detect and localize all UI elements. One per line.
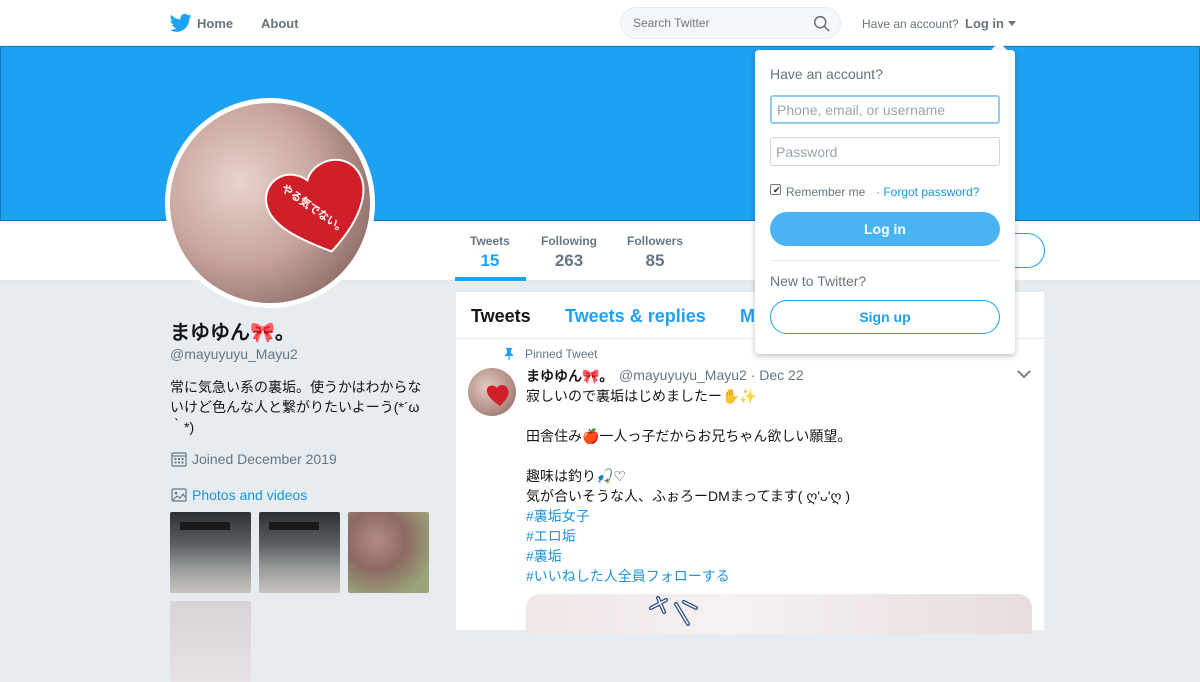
media-thumbnail[interactable] <box>259 512 340 593</box>
tab-tweets[interactable]: Tweets <box>471 306 531 327</box>
signup-button[interactable]: Sign up <box>770 300 1000 334</box>
media-thumbnail[interactable] <box>348 512 429 593</box>
checkmark-icon: ✔ <box>773 185 781 195</box>
media-preview <box>649 596 698 626</box>
stat-following[interactable]: Following 263 <box>541 234 597 271</box>
login-dropdown: Have an account? ✔ Remember me · Forgot … <box>755 50 1015 354</box>
profile-avatar[interactable]: やる気でない。 <box>165 98 375 308</box>
about-link[interactable]: About <box>261 16 299 31</box>
tweet-avatar[interactable] <box>468 368 516 416</box>
remember-me-checkbox[interactable]: ✔ <box>770 184 781 195</box>
joined-date: Joined December 2019 <box>192 451 337 467</box>
twitter-bird-icon[interactable] <box>170 13 192 33</box>
forgot-password-link[interactable]: · Forgot password? <box>876 185 979 199</box>
tweet-meta[interactable]: @mayuyuyu_Mayu2 · Dec 22 <box>619 367 804 383</box>
dropdown-title: Have an account? <box>770 66 883 82</box>
search-input[interactable] <box>633 16 803 30</box>
have-account-text: Have an account? <box>862 17 959 31</box>
stat-value: 15 <box>480 251 500 270</box>
home-link[interactable]: Home <box>197 16 233 31</box>
stat-label: Followers <box>627 234 684 248</box>
new-to-twitter-text: New to Twitter? <box>770 273 867 289</box>
media-thumbnail[interactable] <box>170 601 251 682</box>
chevron-down-icon[interactable] <box>1017 369 1031 379</box>
heart-sticker-icon: やる気でない。 <box>265 158 365 253</box>
hashtag-link[interactable]: #エロ垢 <box>526 526 576 546</box>
heart-sticker-icon <box>486 385 509 406</box>
profile-name: まゆゆん🎀。 <box>170 322 295 344</box>
username-field[interactable] <box>770 95 1000 124</box>
hashtag-link[interactable]: #裏垢 <box>526 546 562 566</box>
tab-media[interactable]: M <box>740 306 755 327</box>
stat-value: 85 <box>645 251 665 270</box>
pin-icon <box>505 348 513 360</box>
tweet-text-line: 趣味は釣り🎣♡ <box>526 468 626 484</box>
tweet-text-line: 寂しいので裏垢はじめましたー✋✨ <box>526 388 757 404</box>
divider <box>770 260 1000 261</box>
password-field[interactable] <box>770 137 1000 166</box>
media-thumbnail[interactable] <box>170 512 251 593</box>
top-navigation-bar: Home About Have an account? Log in <box>0 0 1200 46</box>
hashtag-link[interactable]: #裏垢女子 <box>526 506 590 526</box>
search-icon[interactable] <box>813 15 830 32</box>
tweet-author-name[interactable]: まゆゆん🎀。 <box>526 366 613 386</box>
photo-icon <box>171 488 187 502</box>
stat-label: Following <box>541 234 597 248</box>
stat-value: 263 <box>554 251 584 270</box>
remember-me-label[interactable]: Remember me <box>786 185 865 199</box>
tab-tweets-and-replies[interactable]: Tweets & replies <box>565 306 706 327</box>
stat-label: Tweets <box>470 234 510 248</box>
login-menu-toggle[interactable]: Log in <box>965 16 1004 31</box>
stat-tweets[interactable]: Tweets 15 <box>470 234 510 271</box>
hashtag-link[interactable]: #いいねした人全員フォローする <box>526 566 730 586</box>
avatar-photo: やる気でない。 <box>170 103 370 303</box>
tweet-media-image[interactable] <box>526 594 1032 634</box>
photos-and-videos-link[interactable]: Photos and videos <box>192 487 307 503</box>
thumbnail-sign <box>269 522 319 530</box>
active-tab-underline <box>455 277 526 281</box>
profile-bio: 常に気急い系の裏垢。使うかはわからないけど色んな人と繋がりたいよーう(*´ω｀*… <box>170 379 422 435</box>
tweet-text-line: 気が合いそうな人、ふぉろーDMまってます( ღ'ᴗ'ღ ) <box>526 488 851 504</box>
profile-handle[interactable]: @mayuyuyu_Mayu2 <box>170 346 298 362</box>
calendar-icon <box>171 452 187 467</box>
stat-followers[interactable]: Followers 85 <box>627 234 683 271</box>
tweet-text-line: 田舎住み🍎一人っ子だからお兄ちゃん欲しい願望。 <box>526 428 852 444</box>
pinned-tweet-label: Pinned Tweet <box>525 347 598 361</box>
caret-down-icon[interactable] <box>1008 21 1016 26</box>
login-button[interactable]: Log in <box>770 212 1000 246</box>
search-box[interactable] <box>620 7 841 39</box>
thumbnail-sign <box>180 522 230 530</box>
